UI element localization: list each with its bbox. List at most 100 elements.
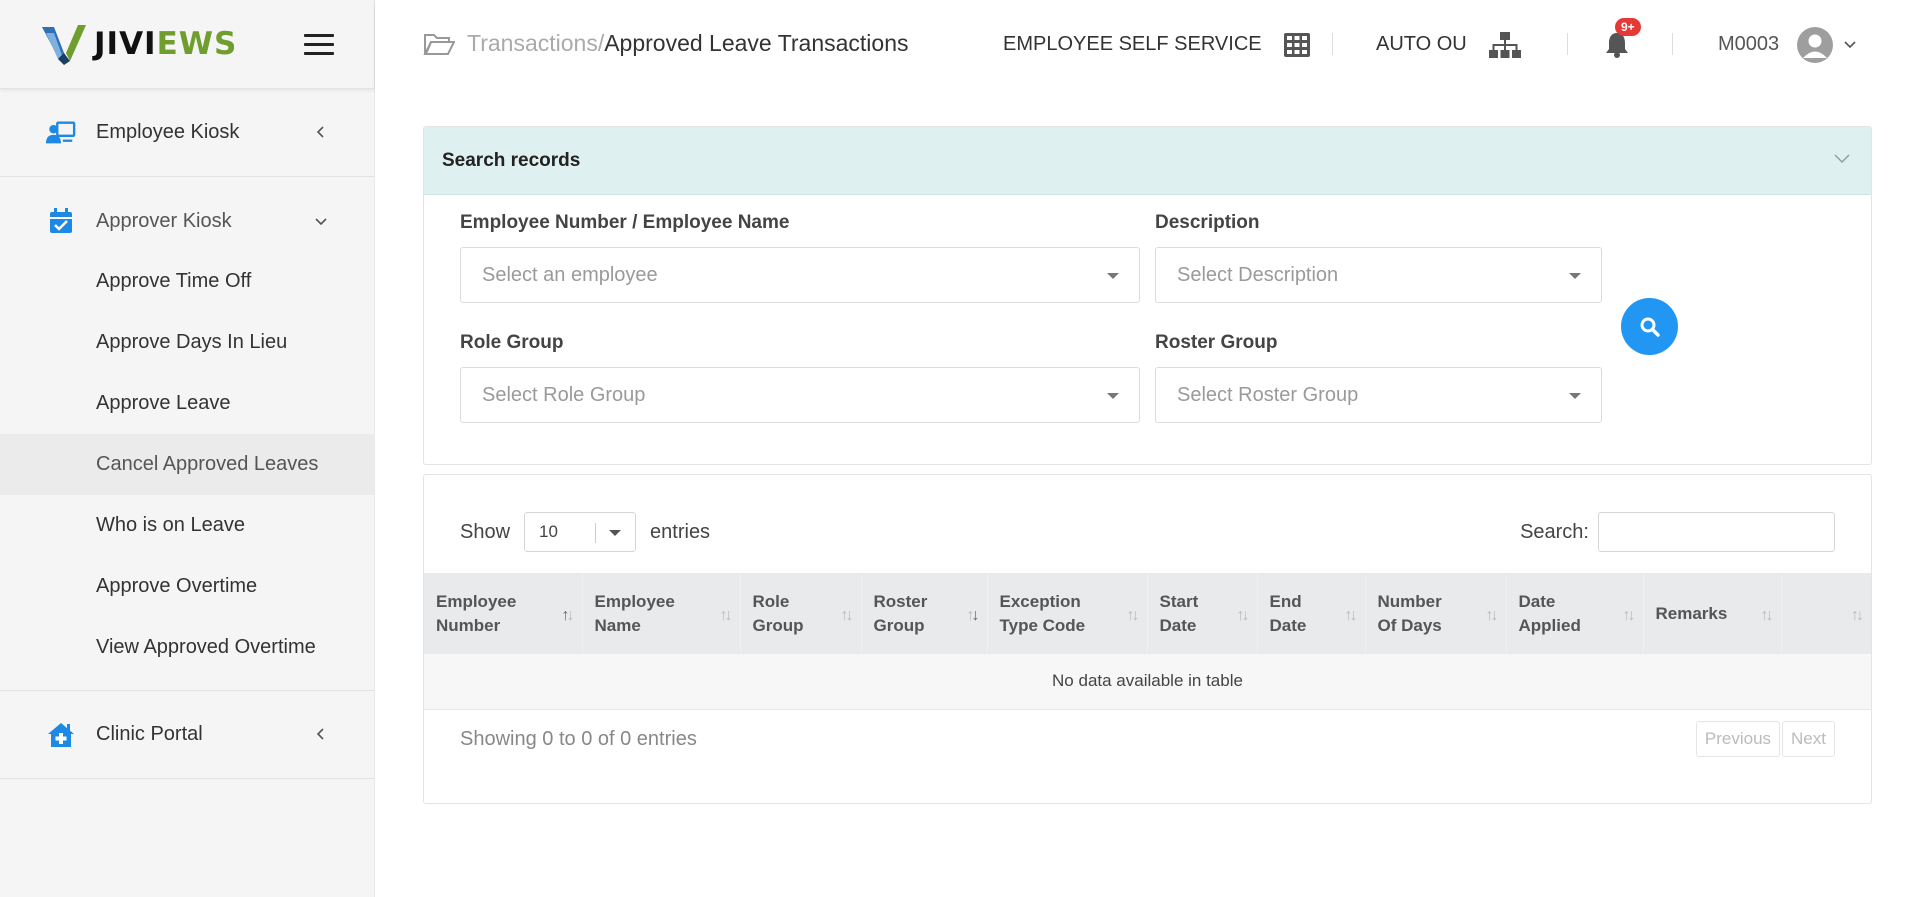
org-chart-icon (1488, 31, 1521, 58)
column-header-line: Group (873, 615, 925, 635)
table-row-empty: No data available in table (424, 654, 1871, 710)
sort-icon: ↑↓ (1485, 607, 1499, 624)
entries-value: 10 (539, 522, 558, 541)
column-header-line: Number (436, 615, 501, 635)
column-header-date-applied[interactable]: Date Applied ↑↓ (1506, 573, 1644, 654)
employee-kiosk-icon (46, 118, 76, 148)
column-header-end-date[interactable]: End Date ↑↓ (1257, 573, 1366, 654)
sidebar-item-cancel-approved-leaves[interactable]: Cancel Approved Leaves (0, 434, 374, 495)
menu-toggle-icon[interactable] (304, 34, 334, 56)
sidebar-group-clinic-portal[interactable]: Clinic Portal (0, 691, 374, 779)
sort-icon: ↑↓ (1236, 607, 1250, 624)
user-avatar-icon (1803, 34, 1828, 58)
column-header-line: Number (1377, 591, 1442, 611)
table-info: Showing 0 to 0 of 0 entries (460, 728, 697, 750)
results-table: Employee Number ↑↓ Employee Name ↑↓ Role Grou… (424, 573, 1871, 710)
roster-group-select[interactable]: Select Roster Group (1155, 367, 1602, 423)
search-button[interactable] (1621, 298, 1678, 355)
user-menu[interactable]: M0003 (1718, 0, 1857, 89)
avatar (1797, 26, 1834, 63)
previous-page-button[interactable]: Previous (1695, 721, 1781, 757)
chevron-left-icon (316, 728, 324, 740)
sidebar-group-employee-kiosk[interactable]: Employee Kiosk (0, 89, 374, 177)
role-group-field-label: Role Group (460, 332, 564, 353)
column-header-exception-type-code[interactable]: Exception Type Code ↑↓ (987, 573, 1148, 654)
role-group-select-placeholder: Select Role Group (482, 383, 646, 406)
sort-ascending-icon: ↑↓ (561, 607, 575, 624)
role-group-select[interactable]: Select Role Group (460, 367, 1140, 423)
column-header-line: Roster (873, 591, 928, 611)
search-icon (1640, 317, 1660, 337)
sort-icon: ↑↓ (1851, 607, 1864, 624)
sort-icon: ↑↓ (1622, 607, 1636, 624)
logo-mark-icon (40, 23, 88, 65)
sidebar-item-approve-leave[interactable]: Approve Leave (0, 373, 374, 434)
sidebar-group-label: Approver Kiosk (96, 209, 232, 232)
column-header-line: Type Code (999, 615, 1086, 635)
notifications-button[interactable] (1605, 0, 1629, 89)
sidebar-group-approver-kiosk[interactable]: Approver Kiosk (0, 177, 374, 265)
chevron-down-icon (315, 218, 327, 226)
brand-logo[interactable]: JIVIEWS (0, 0, 374, 89)
column-header-line: Start (1159, 591, 1199, 611)
table-search: Search: (1520, 512, 1835, 552)
column-header-roster-group[interactable]: Roster Group ↑↓ (861, 573, 988, 654)
description-field-label: Description (1155, 212, 1260, 233)
description-select-placeholder: Select Description (1177, 263, 1339, 286)
breadcrumb-parent[interactable]: Transactions/ (467, 30, 604, 57)
column-header-start-date[interactable]: Start Date ↑↓ (1147, 573, 1258, 654)
search-panel: Search records Employee Number / Employe… (423, 126, 1872, 465)
next-page-button[interactable]: Next (1782, 721, 1835, 757)
column-header-line: Role (752, 591, 790, 611)
table-search-label: Search: (1520, 520, 1589, 543)
ou-selector[interactable]: AUTO OU (1376, 0, 1521, 89)
column-header-employee-number[interactable]: Employee Number ↑↓ (424, 573, 583, 654)
column-header-remarks[interactable]: Remarks ↑↓ (1643, 573, 1782, 654)
column-header-line: Applied (1518, 615, 1581, 635)
description-select[interactable]: Select Description (1155, 247, 1602, 303)
roster-group-select-placeholder: Select Roster Group (1177, 383, 1359, 406)
column-header-line: Employee (594, 591, 675, 611)
top-header: Transactions/ Approved Leave Transaction… (375, 0, 1920, 89)
roster-group-field-label: Roster Group (1155, 332, 1278, 353)
column-header-employee-name[interactable]: Employee Name ↑↓ (582, 573, 741, 654)
approver-submenu: Approve Time Off Approve Days In Lieu Ap… (0, 251, 374, 678)
sidebar-item-who-is-on-leave[interactable]: Who is on Leave (0, 495, 374, 556)
sort-descending-icon: ↑↓ (966, 607, 980, 624)
page-title: Approved Leave Transactions (604, 30, 909, 56)
empty-table-message: No data available in table (424, 654, 1871, 710)
calendar-check-icon (46, 206, 76, 236)
employee-select-placeholder: Select an employee (482, 263, 658, 286)
table-search-input[interactable] (1598, 512, 1835, 552)
caret-down-icon (1569, 273, 1581, 279)
column-header-number-of-days[interactable]: Number Of Days ↑↓ (1365, 573, 1507, 654)
column-header-line: Name (594, 615, 641, 635)
ess-label: EMPLOYEE SELF SERVICE (1003, 33, 1262, 55)
sort-icon: ↑↓ (1126, 607, 1140, 624)
column-header-role-group[interactable]: Role Group ↑↓ (740, 573, 862, 654)
sidebar-item-approve-overtime[interactable]: Approve Overtime (0, 556, 374, 617)
column-header-line: Date (1269, 615, 1307, 635)
entries-select[interactable]: 10 (524, 512, 637, 552)
grid-icon (1283, 32, 1310, 57)
employee-select[interactable]: Select an employee (460, 247, 1140, 303)
chevron-left-icon (316, 126, 324, 138)
ess-link[interactable]: EMPLOYEE SELF SERVICE (1003, 0, 1310, 89)
sidebar-item-approve-days-in-lieu[interactable]: Approve Days In Lieu (0, 312, 374, 373)
column-header-actions[interactable]: ↑↓ (1781, 573, 1871, 654)
sidebar-item-view-approved-overtime[interactable]: View Approved Overtime (0, 617, 374, 678)
folder-open-icon (423, 33, 455, 55)
employee-field-label: Employee Number / Employee Name (460, 212, 790, 233)
breadcrumb: Transactions/ Approved Leave Transaction… (423, 30, 909, 57)
brand-name-part2: EWS (156, 26, 238, 62)
header-divider (1332, 33, 1333, 55)
sort-icon: ↑↓ (840, 607, 854, 624)
search-panel-header[interactable]: Search records (424, 127, 1871, 195)
column-header-line: Group (752, 615, 804, 635)
entries-label: entries (650, 520, 711, 543)
sidebar-approver-section: Approver Kiosk Approve Time Off Approve … (0, 177, 374, 691)
caret-down-icon (1107, 393, 1119, 399)
sort-icon: ↑↓ (719, 607, 733, 624)
results-panel: Show 10 entries Search: Employee Number ↑↓… (423, 474, 1872, 804)
chevron-down-icon (1834, 154, 1850, 163)
